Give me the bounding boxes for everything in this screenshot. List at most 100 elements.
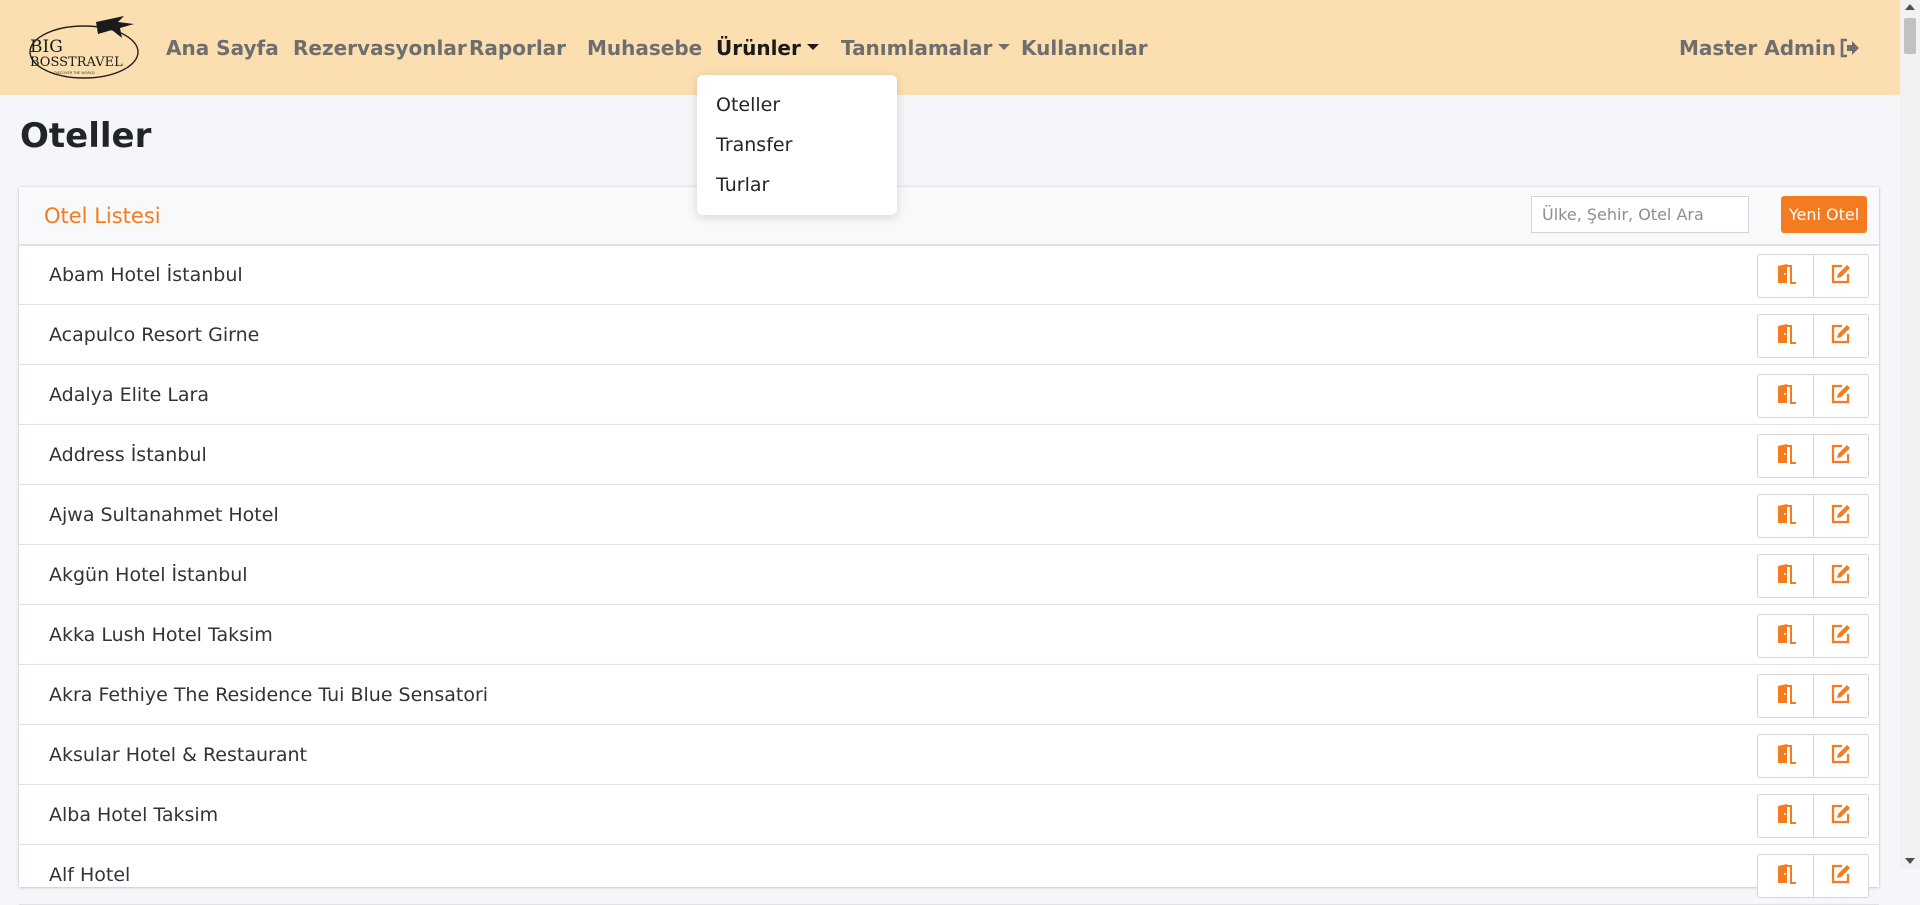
hotel-name: Abam Hotel İstanbul xyxy=(49,264,243,286)
rooms-button[interactable] xyxy=(1758,495,1814,537)
door-icon xyxy=(1775,683,1797,709)
hotel-name: Aksular Hotel & Restaurant xyxy=(49,744,307,766)
edit-button[interactable] xyxy=(1813,675,1868,717)
caret-down-icon xyxy=(998,43,1011,50)
nav-tanimlamalar-dropdown[interactable]: Tanımlamalar xyxy=(841,36,1011,60)
hotel-row: Alf Hotel xyxy=(19,845,1879,905)
hotel-row: Adalya Elite Lara xyxy=(19,365,1879,425)
door-icon xyxy=(1775,263,1797,289)
edit-icon xyxy=(1830,743,1852,769)
hotel-name: Akgün Hotel İstanbul xyxy=(49,564,248,586)
edit-icon xyxy=(1830,503,1852,529)
card-title: Otel Listesi xyxy=(44,204,161,228)
hotel-row: Akra Fethiye The Residence Tui Blue Sens… xyxy=(19,665,1879,725)
scroll-thumb[interactable] xyxy=(1904,18,1916,54)
nav-ana-sayfa[interactable]: Ana Sayfa xyxy=(166,36,279,60)
hotel-name: Acapulco Resort Girne xyxy=(49,324,260,346)
door-icon xyxy=(1775,563,1797,589)
edit-button[interactable] xyxy=(1813,855,1868,897)
row-actions xyxy=(1757,374,1869,418)
nav-tanimlamalar-label: Tanımlamalar xyxy=(841,36,993,60)
nav-muhasebe[interactable]: Muhasebe xyxy=(587,36,702,60)
row-actions xyxy=(1757,314,1869,358)
svg-text:BIG: BIG xyxy=(30,37,63,57)
hotel-row: Ajwa Sultanahmet Hotel xyxy=(19,485,1879,545)
hotel-name: Ajwa Sultanahmet Hotel xyxy=(49,504,279,526)
page-scrollbar[interactable] xyxy=(1900,0,1920,869)
new-hotel-button[interactable]: Yeni Otel xyxy=(1781,196,1867,233)
edit-button[interactable] xyxy=(1813,435,1868,477)
rooms-button[interactable] xyxy=(1758,375,1814,417)
hotel-row: Akka Lush Hotel Taksim xyxy=(19,605,1879,665)
row-actions xyxy=(1757,434,1869,478)
row-actions xyxy=(1757,614,1869,658)
edit-button[interactable] xyxy=(1813,615,1868,657)
dropdown-item-transfer[interactable]: Transfer xyxy=(716,133,792,157)
hotel-name: Address İstanbul xyxy=(49,444,207,466)
scroll-up-arrow-icon[interactable] xyxy=(1905,4,1915,10)
urunler-dropdown-menu: Oteller Transfer Turlar xyxy=(697,75,897,215)
hotel-row: Acapulco Resort Girne xyxy=(19,305,1879,365)
row-actions xyxy=(1757,494,1869,538)
caret-down-icon xyxy=(806,43,819,50)
nav-raporlar[interactable]: Raporlar xyxy=(469,36,566,60)
hotel-row: Aksular Hotel & Restaurant xyxy=(19,725,1879,785)
bigboss-travel-logo[interactable]: BIG BOSSTRAVEL DISCOVER THE WORLD xyxy=(26,14,141,82)
hotel-search-input[interactable] xyxy=(1531,196,1749,233)
svg-text:DISCOVER THE WORLD: DISCOVER THE WORLD xyxy=(54,71,95,75)
card-header: Otel Listesi Yeni Otel xyxy=(19,187,1879,246)
hotel-list: Abam Hotel İstanbul Acapulco Resort Girne… xyxy=(19,245,1879,905)
hotel-row: Address İstanbul xyxy=(19,425,1879,485)
door-icon xyxy=(1775,443,1797,469)
rooms-button[interactable] xyxy=(1758,855,1814,897)
door-icon xyxy=(1775,803,1797,829)
door-icon xyxy=(1775,863,1797,889)
edit-icon xyxy=(1830,863,1852,889)
edit-button[interactable] xyxy=(1813,255,1868,297)
logout-icon[interactable] xyxy=(1839,37,1861,59)
rooms-button[interactable] xyxy=(1758,315,1814,357)
edit-button[interactable] xyxy=(1813,555,1868,597)
edit-icon xyxy=(1830,263,1852,289)
svg-text:BOSSTRAVEL: BOSSTRAVEL xyxy=(30,55,123,70)
nav-urunler-dropdown[interactable]: Ürünler xyxy=(716,36,819,60)
edit-button[interactable] xyxy=(1813,795,1868,837)
edit-icon xyxy=(1830,803,1852,829)
row-actions xyxy=(1757,854,1869,898)
rooms-button[interactable] xyxy=(1758,435,1814,477)
door-icon xyxy=(1775,323,1797,349)
row-actions xyxy=(1757,794,1869,838)
user-menu[interactable]: Master Admin xyxy=(1679,36,1836,60)
page-title: Oteller xyxy=(20,116,152,156)
nav-kullanicilar[interactable]: Kullanıcılar xyxy=(1021,36,1148,60)
door-icon xyxy=(1775,743,1797,769)
dropdown-item-turlar[interactable]: Turlar xyxy=(716,173,769,197)
hotel-list-card: Otel Listesi Yeni Otel Abam Hotel İstanb… xyxy=(19,187,1879,905)
edit-button[interactable] xyxy=(1813,375,1868,417)
hotel-row: Alba Hotel Taksim xyxy=(19,785,1879,845)
edit-icon xyxy=(1830,683,1852,709)
hotel-name: Adalya Elite Lara xyxy=(49,384,209,406)
rooms-button[interactable] xyxy=(1758,735,1814,777)
row-actions xyxy=(1757,554,1869,598)
rooms-button[interactable] xyxy=(1758,675,1814,717)
nav-rezervasyonlar[interactable]: Rezervasyonlar xyxy=(293,36,467,60)
rooms-button[interactable] xyxy=(1758,795,1814,837)
hotel-row: Akgün Hotel İstanbul xyxy=(19,545,1879,605)
navbar: BIG BOSSTRAVEL DISCOVER THE WORLD Ana Sa… xyxy=(0,0,1900,95)
edit-icon xyxy=(1830,323,1852,349)
scroll-down-arrow-icon[interactable] xyxy=(1905,858,1915,864)
hotel-name: Akka Lush Hotel Taksim xyxy=(49,624,273,646)
dropdown-item-oteller[interactable]: Oteller xyxy=(716,93,780,117)
rooms-button[interactable] xyxy=(1758,555,1814,597)
edit-button[interactable] xyxy=(1813,735,1868,777)
hotel-name: Alf Hotel xyxy=(49,864,131,886)
rooms-button[interactable] xyxy=(1758,255,1814,297)
door-icon xyxy=(1775,503,1797,529)
door-icon xyxy=(1775,623,1797,649)
rooms-button[interactable] xyxy=(1758,615,1814,657)
edit-icon xyxy=(1830,443,1852,469)
edit-button[interactable] xyxy=(1813,315,1868,357)
edit-button[interactable] xyxy=(1813,495,1868,537)
door-icon xyxy=(1775,383,1797,409)
